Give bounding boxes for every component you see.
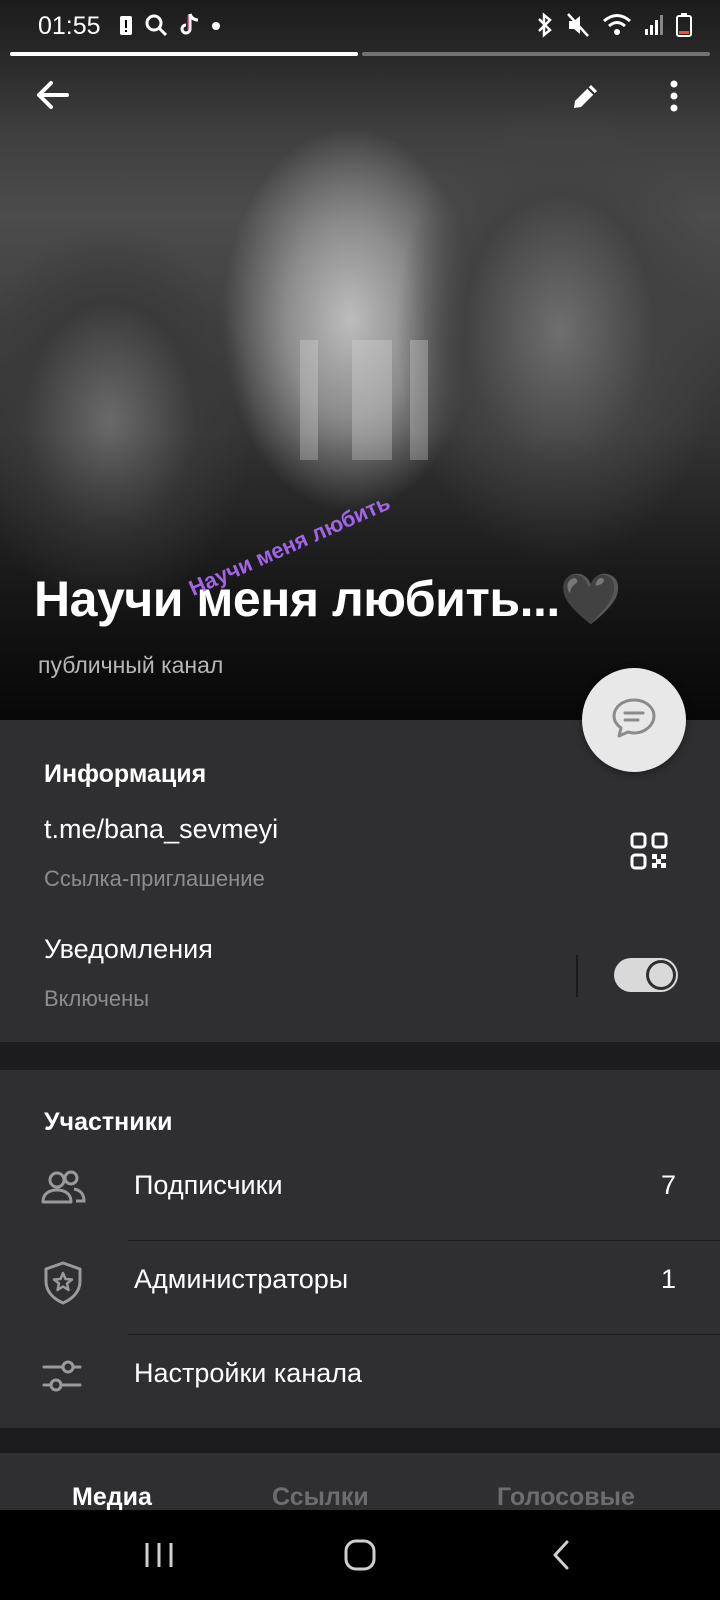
info-section-title: Информация bbox=[44, 760, 207, 788]
invite-link-row[interactable]: t.me/bana_sevmeyi Ссылка-приглашение bbox=[0, 790, 720, 900]
back-nav-button[interactable] bbox=[536, 1532, 586, 1582]
notifications-row[interactable]: Уведомления Включены bbox=[0, 910, 720, 1020]
recent-apps-button[interactable] bbox=[134, 1532, 184, 1582]
search-icon bbox=[144, 13, 168, 44]
invite-link-caption: Ссылка-приглашение bbox=[44, 866, 265, 891]
members-section: Участники Подписчики 7 Администраторы 1 bbox=[0, 1070, 720, 1428]
tiktok-icon bbox=[178, 12, 200, 45]
dot-icon bbox=[210, 13, 222, 44]
signal-icon bbox=[644, 12, 664, 45]
notifications-toggle[interactable] bbox=[614, 958, 678, 992]
administrators-label: Администраторы bbox=[134, 1264, 349, 1294]
subscribers-count: 7 bbox=[660, 1170, 676, 1200]
chat-bubble-icon bbox=[611, 697, 657, 744]
sliders-icon bbox=[40, 1354, 86, 1400]
shield-star-icon bbox=[40, 1260, 86, 1306]
story-progress-1-fill bbox=[10, 52, 358, 56]
invite-link[interactable]: t.me/bana_sevmeyi bbox=[44, 814, 278, 845]
subscribers-label: Подписчики bbox=[134, 1170, 283, 1200]
notifications-label: Уведомления bbox=[44, 934, 213, 964]
discussion-button[interactable] bbox=[582, 668, 686, 772]
toggle-knob bbox=[646, 960, 676, 990]
qr-code-icon bbox=[630, 832, 668, 874]
tab-media[interactable]: Медиа bbox=[72, 1483, 152, 1512]
notifications-state: Включены bbox=[44, 986, 150, 1011]
recent-apps-icon bbox=[143, 1540, 175, 1575]
home-icon bbox=[343, 1538, 377, 1577]
users-icon bbox=[40, 1166, 86, 1212]
edit-button[interactable] bbox=[562, 74, 610, 122]
more-menu-button[interactable] bbox=[650, 74, 698, 122]
bluetooth-icon bbox=[536, 12, 554, 45]
members-section-title: Участники bbox=[44, 1108, 173, 1136]
status-bar: 01:55 bbox=[0, 0, 720, 52]
battery-alert-icon bbox=[118, 13, 134, 44]
media-tabs: Медиа Ссылки Голосовые bbox=[0, 1453, 720, 1513]
wifi-icon bbox=[602, 12, 632, 45]
info-section: Информация t.me/bana_sevmeyi Ссылка-приг… bbox=[0, 720, 720, 1042]
more-vertical-icon bbox=[669, 79, 679, 118]
administrators-row[interactable]: Администраторы 1 bbox=[0, 1236, 720, 1330]
channel-type: публичный канал bbox=[38, 652, 224, 678]
channel-settings-label: Настройки канала bbox=[134, 1358, 363, 1388]
channel-title: Научи меня любить...🖤 bbox=[34, 571, 622, 627]
battery-low-icon bbox=[676, 12, 692, 45]
channel-settings-row[interactable]: Настройки канала bbox=[0, 1330, 720, 1424]
back-button[interactable] bbox=[28, 73, 76, 121]
status-time: 01:55 bbox=[38, 12, 101, 40]
mute-icon bbox=[566, 12, 590, 45]
tab-links[interactable]: Ссылки bbox=[272, 1483, 369, 1512]
story-progress-2 bbox=[362, 52, 710, 56]
home-button[interactable] bbox=[335, 1532, 385, 1582]
story-progress-1 bbox=[10, 52, 358, 56]
system-navigation-bar bbox=[0, 1510, 720, 1600]
notifications-divider bbox=[576, 955, 578, 997]
chevron-left-icon bbox=[550, 1539, 572, 1576]
subscribers-row[interactable]: Подписчики 7 bbox=[0, 1142, 720, 1236]
arrow-left-icon bbox=[35, 80, 69, 115]
pencil-icon bbox=[570, 80, 602, 117]
qr-code-button[interactable] bbox=[630, 832, 674, 876]
tab-voice[interactable]: Голосовые bbox=[497, 1483, 635, 1512]
administrators-count: 1 bbox=[660, 1264, 676, 1294]
